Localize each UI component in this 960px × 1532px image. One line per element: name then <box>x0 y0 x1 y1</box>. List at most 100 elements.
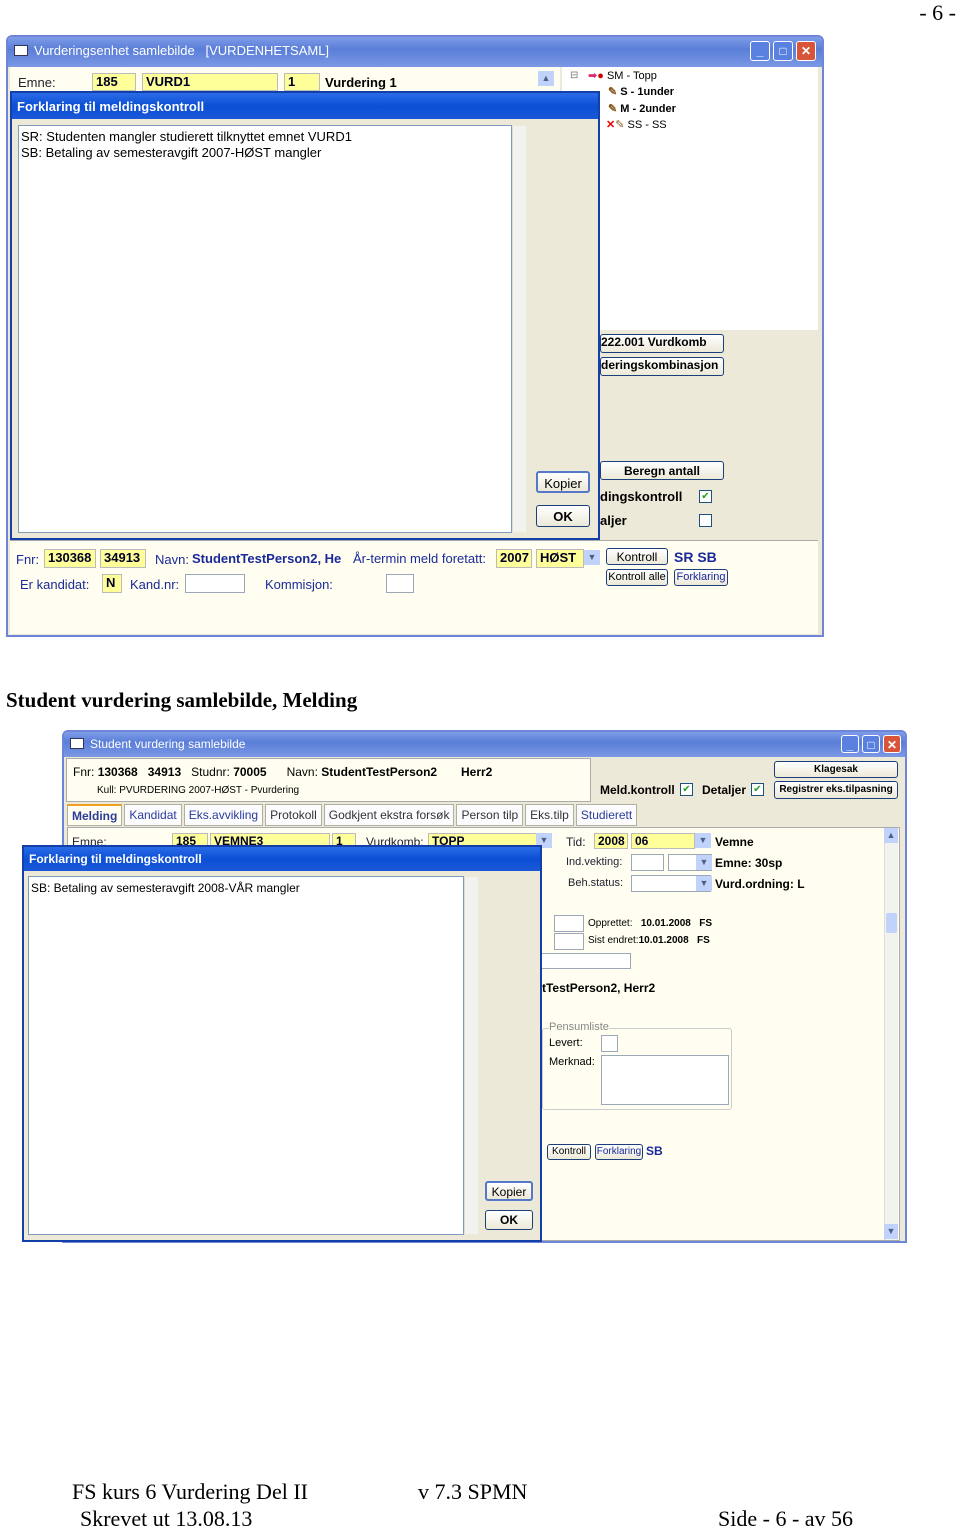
kopier-button[interactable]: Kopier <box>536 471 590 493</box>
kull-info: Kull: PVURDERING 2007-HØST - Pvurdering <box>97 785 300 796</box>
vurderingskombinasjon-button[interactable]: deringskombinasjon <box>600 357 724 376</box>
forklaring-dialog-2: Forklaring til meldingskontroll SB: Beta… <box>22 845 542 1242</box>
explanation-textarea[interactable]: SB: Betaling av semesteravgift 2008-VÅR … <box>28 876 464 1235</box>
meldingskontroll-checkbox[interactable]: ✔ <box>699 490 712 503</box>
levert-field[interactable] <box>601 1035 618 1052</box>
behstatus-dropdown-icon[interactable]: ▼ <box>696 876 712 891</box>
close-button[interactable]: ✕ <box>883 735 901 753</box>
textarea-scrollbar[interactable] <box>464 877 478 1234</box>
maximize-button[interactable]: □ <box>773 41 793 61</box>
fnr2-field[interactable]: 34913 <box>100 549 146 568</box>
kandnr-field[interactable] <box>185 574 245 593</box>
student-name2: Herr2 <box>461 765 493 779</box>
levert-label: Levert: <box>549 1037 583 1049</box>
scroll-up-arrow[interactable]: ▲ <box>538 71 554 86</box>
tree-item-s[interactable]: ✎ S - 1under <box>608 85 674 98</box>
beregn-antall-button[interactable]: Beregn antall <box>600 461 724 480</box>
detaljer-checkbox[interactable]: ✔ <box>751 783 764 796</box>
tab-protokoll[interactable]: Protokoll <box>265 804 322 826</box>
detaljer-label: aljer <box>600 513 627 528</box>
explanation-textarea[interactable]: SR: Studenten mangler studierett tilknyt… <box>18 125 512 533</box>
explanation-line: SR: Studenten mangler studierett tilknyt… <box>21 129 352 144</box>
opprettet-info: Opprettet: 10.01.2008 FS <box>588 918 712 929</box>
tab-person-tilp[interactable]: Person tilp <box>456 804 524 826</box>
close-button[interactable]: ✕ <box>796 41 816 61</box>
tab-eks-avvikling[interactable]: Eks.avvikling <box>183 804 264 826</box>
pencil-icon: ✎ <box>615 119 625 131</box>
tree-item-ss[interactable]: ✕✎ SS - SS <box>606 118 667 131</box>
kommisjon-field[interactable] <box>386 574 414 593</box>
minimize-button[interactable]: _ <box>750 41 770 61</box>
klagesak-button[interactable]: Klagesak <box>774 761 898 778</box>
fnr1-field[interactable]: 130368 <box>44 549 96 568</box>
termin-dropdown-icon[interactable]: ▼ <box>584 550 600 565</box>
opprettet-field[interactable] <box>554 915 584 932</box>
merknad-label: Merknad: <box>549 1056 595 1068</box>
explanation-line: SB: Betaling av semesteravgift 2008-VÅR … <box>31 881 300 895</box>
sist-endret-field[interactable] <box>554 933 584 950</box>
navn-label: Navn: <box>155 552 189 567</box>
window-title: Student vurdering samlebilde <box>90 737 246 751</box>
kontroll-alle-button[interactable]: Kontroll alle <box>606 569 668 586</box>
tab-godkjent-ekstra-forsok[interactable]: Godkjent ekstra forsøk <box>323 804 455 826</box>
kontroll-button[interactable]: Kontroll <box>606 548 668 565</box>
scroll-down-arrow[interactable]: ▼ <box>884 1224 898 1239</box>
forklaring-button[interactable]: Forklaring <box>674 569 728 586</box>
emne-label: Emne: <box>18 75 56 90</box>
tree-item-sm[interactable]: ➡● SM - Topp <box>588 69 657 82</box>
meld-kontroll-label: Meld.kontroll <box>600 783 675 797</box>
fnr-label: Fnr: <box>16 552 40 567</box>
tid-label: Tid: <box>566 835 586 849</box>
tree-item-m[interactable]: ✎ M - 2under <box>608 102 676 115</box>
student-ids: Fnr: 130368 34913 Studnr: 70005 Navn: St… <box>73 765 438 779</box>
tid-mnd-field[interactable]: 06 <box>631 833 695 849</box>
student-info-panel: Fnr: 130368 34913 Navn: StudentTestPerso… <box>10 540 818 634</box>
kontroll-button[interactable]: Kontroll <box>547 1144 591 1160</box>
emne-name-field[interactable]: VURD1 <box>142 73 278 91</box>
termin-field[interactable]: HØST <box>536 549 584 568</box>
text-field[interactable] <box>538 953 631 969</box>
forklaring-button[interactable]: Forklaring <box>595 1144 643 1160</box>
scroll-up-arrow[interactable]: ▲ <box>884 828 898 843</box>
tab-melding[interactable]: Melding <box>67 804 123 826</box>
minimize-button[interactable]: _ <box>841 735 859 753</box>
dialog-title: Forklaring til meldingskontroll <box>24 847 540 871</box>
detaljer-checkbox[interactable] <box>699 514 712 527</box>
window-icon <box>70 738 84 749</box>
textarea-scrollbar[interactable] <box>512 126 526 532</box>
vertical-scrollbar[interactable]: ▲ ▼ <box>884 828 898 1240</box>
detaljer-label: Detaljer <box>702 783 747 797</box>
vurdordning: Vurd.ordning: L <box>715 877 805 891</box>
ar-field[interactable]: 2007 <box>496 549 532 568</box>
tab-eks-tilp[interactable]: Eks.tilp <box>525 804 574 826</box>
tid-dropdown-icon[interactable]: ▼ <box>695 833 711 848</box>
maximize-button[interactable]: □ <box>862 735 880 753</box>
kandidat-label: Er kandidat: <box>20 577 90 592</box>
merknad-field[interactable] <box>601 1055 729 1105</box>
person-name: tTestPerson2, Herr2 <box>542 981 656 995</box>
arrow-icon: ➡ <box>588 70 598 82</box>
vurd-nr-field[interactable]: 1 <box>284 73 320 91</box>
registrer-eks-tilpasning-button[interactable]: Registrer eks.tilpasning <box>774 781 898 799</box>
kandidat-field[interactable]: N <box>102 574 122 593</box>
scrollbar-thumb[interactable] <box>886 913 897 933</box>
ok-button[interactable]: OK <box>536 505 590 527</box>
collapse-icon[interactable]: ⊟ <box>570 70 578 81</box>
apple-icon: ● <box>597 70 604 82</box>
tab-kandidat[interactable]: Kandidat <box>124 804 182 826</box>
arterm-label: År-termin meld foretatt: <box>353 551 486 566</box>
vemne-label: Vemne <box>715 835 754 849</box>
dialog-title: Forklaring til meldingskontroll <box>12 93 598 119</box>
tab-studierett[interactable]: Studierett <box>575 804 638 826</box>
kopier-button[interactable]: Kopier <box>485 1181 533 1201</box>
footer-course: FS kurs 6 Vurdering Del II <box>72 1479 308 1504</box>
emne-code-field[interactable]: 185 <box>92 73 136 91</box>
ok-button[interactable]: OK <box>485 1210 533 1230</box>
meld-kontroll-checkbox[interactable]: ✔ <box>680 783 693 796</box>
window-title-bar: Student vurdering samlebilde _ □ ✕ <box>64 732 905 757</box>
tid-ar-field[interactable]: 2008 <box>594 833 628 849</box>
indvekting-dropdown-icon[interactable]: ▼ <box>696 855 712 870</box>
vurdkomb-button[interactable]: 222.001 Vurdkomb <box>600 334 724 353</box>
indvekting-field[interactable] <box>631 854 664 871</box>
caption: Student vurdering samlebilde, Melding <box>6 688 358 712</box>
